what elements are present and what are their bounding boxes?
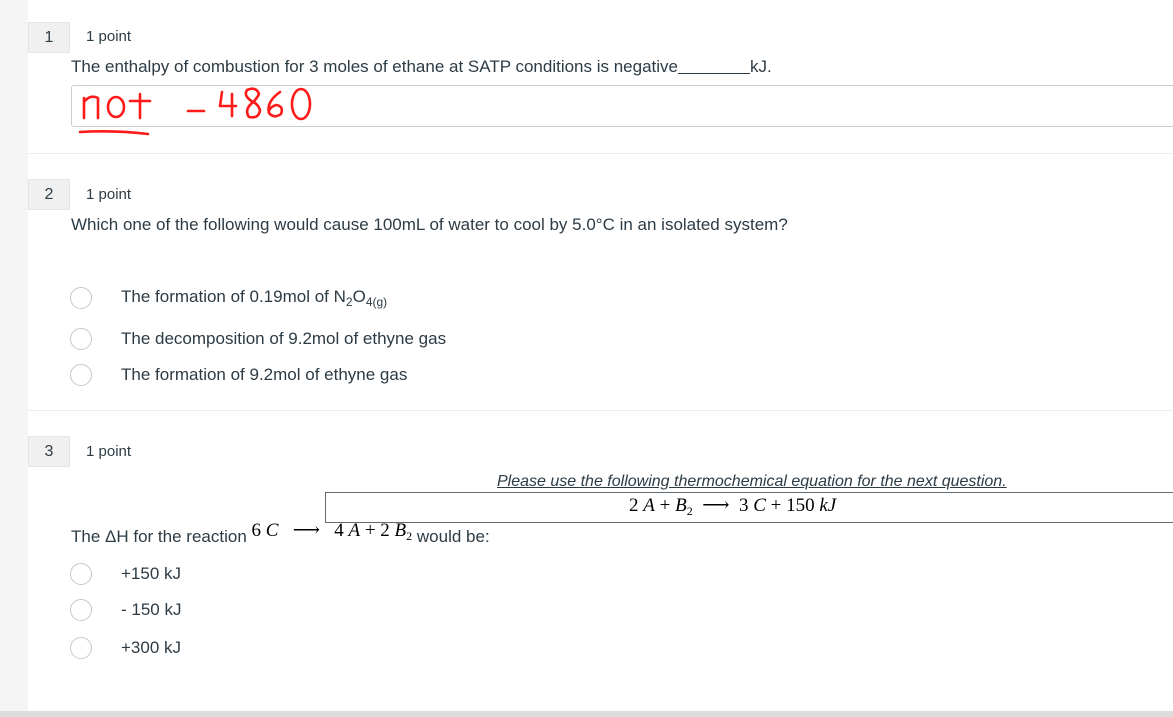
answer-option[interactable]: The formation of 9.2mol of ethyne gas [70, 363, 407, 387]
radio-button[interactable] [70, 599, 92, 621]
option-label: +300 kJ [121, 638, 182, 657]
radio-button[interactable] [70, 637, 92, 659]
option-label: - 150 kJ [121, 600, 182, 619]
answer-option[interactable]: The formation of 0.19mol of N2O4(g) [70, 286, 387, 310]
question-points: 1 point [86, 28, 132, 45]
reaction-equation: 6 C ⟶ 4 A + 2 B2 [251, 520, 413, 543]
answer-option[interactable]: The decomposition of 9.2mol of ethyne ga… [70, 327, 446, 351]
question-text-before: The enthalpy of combustion for 3 moles o… [71, 57, 679, 76]
left-gutter [0, 0, 28, 717]
radio-button[interactable] [70, 364, 92, 386]
option-label: The decomposition of 9.2mol of ethyne ga… [121, 329, 447, 348]
question-text: The ΔH for the reaction 6 C ⟶ 4 A + 2 B2… [71, 520, 490, 550]
question-text: The enthalpy of combustion for 3 moles o… [71, 57, 772, 77]
radio-button[interactable] [70, 563, 92, 585]
fill-in-blank-line [678, 73, 751, 74]
question-number-badge: 3 [28, 436, 70, 467]
question-points: 1 point [86, 443, 132, 460]
question-text: Which one of the following would cause 1… [71, 215, 788, 234]
question-number-badge: 2 [28, 179, 70, 210]
thermochemical-equation: 2 A + B2 ⟶ 3 C + 150 kJ [629, 495, 837, 518]
thermochemical-equation-box: 2 A + B2 ⟶ 3 C + 150 kJ [325, 492, 1173, 523]
answer-option[interactable]: +150 kJ [70, 562, 181, 586]
option-label: The formation of 9.2mol of ethyne gas [121, 365, 408, 384]
question-points: 1 point [86, 186, 132, 203]
question-text-after: would be: [416, 527, 490, 546]
question-text-after: kJ. [750, 57, 772, 76]
answer-option[interactable]: +300 kJ [70, 636, 181, 660]
equation-instruction: Please use the following thermochemical … [497, 473, 1007, 490]
radio-button[interactable] [70, 328, 92, 350]
answer-option[interactable]: - 150 kJ [70, 598, 181, 622]
radio-button[interactable] [70, 287, 92, 309]
question-divider [28, 410, 1173, 411]
question-divider [28, 153, 1173, 154]
option-label: The formation of 0.19mol of N2O4(g) [121, 287, 388, 309]
bottom-scrollbar[interactable] [0, 711, 1173, 717]
question-number-badge: 1 [28, 22, 70, 53]
option-label: +150 kJ [121, 564, 182, 583]
handwritten-answer-annotation [78, 87, 312, 136]
question-text-before: The ΔH for the reaction [71, 527, 247, 546]
